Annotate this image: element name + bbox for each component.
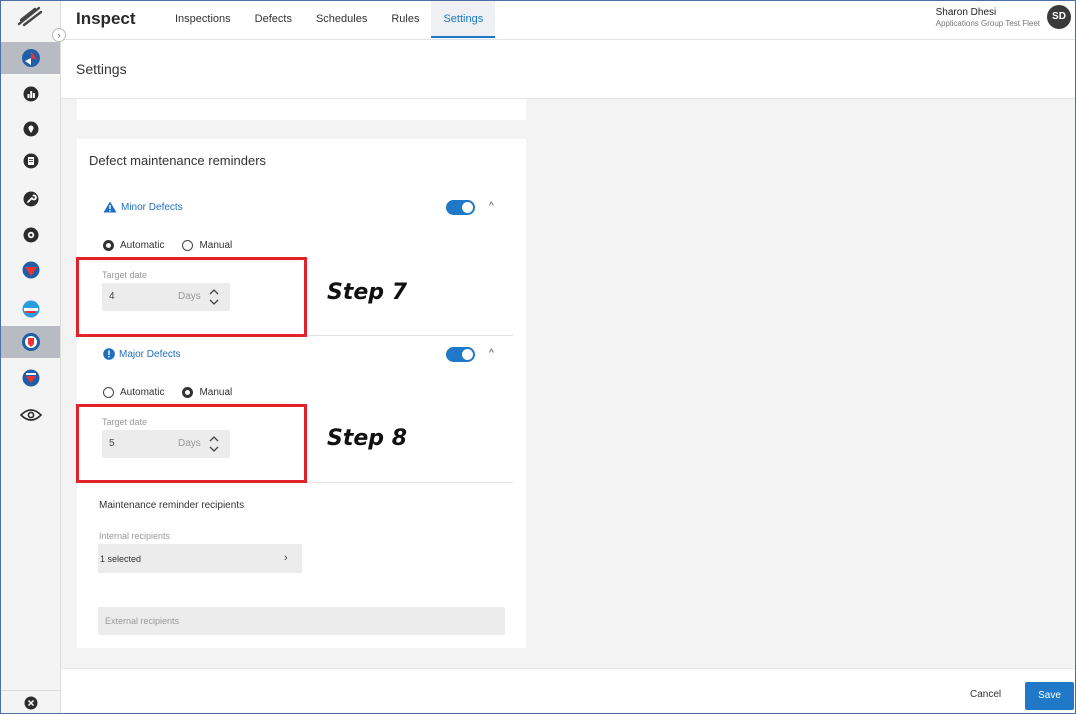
app-window: › Inspect Inspections Defects Schedules … (0, 0, 1076, 714)
major-mode-radio-group: Automatic Manual (103, 387, 232, 398)
chevron-right-icon: › (284, 552, 288, 564)
major-automatic-radio[interactable] (103, 387, 114, 398)
settings-icon (23, 227, 38, 243)
chevron-up-icon[interactable]: ^ (489, 348, 494, 359)
sidebar-item-module-4[interactable] (1, 362, 60, 394)
sidebar-item-inspect[interactable] (1, 326, 60, 358)
major-manual-label: Manual (199, 387, 233, 398)
sidebar-item-location[interactable] (1, 113, 60, 145)
annotation-step-7: Step 7 (327, 280, 407, 305)
user-name: Sharon Dhesi (935, 6, 997, 18)
tab-defects[interactable]: Defects (243, 1, 304, 38)
wrench-icon (23, 191, 38, 207)
major-manual-radio[interactable] (182, 387, 194, 398)
avatar[interactable]: SD (1047, 5, 1071, 29)
minor-manual-radio[interactable] (182, 240, 194, 251)
sidebar-item-module-3[interactable] (1, 293, 60, 325)
expand-chevron-icon[interactable]: › (52, 28, 66, 42)
tab-settings[interactable]: Settings (431, 1, 496, 38)
chevron-up-icon[interactable]: ^ (489, 201, 494, 212)
content-area: Defect maintenance reminders Minor Defec… (61, 99, 1075, 668)
location-icon (23, 121, 38, 137)
external-recipients-input[interactable]: External recipients (98, 607, 505, 635)
cancel-button[interactable]: Cancel (970, 689, 1001, 700)
page-header: Settings (61, 40, 1075, 99)
minor-defects-toggle[interactable] (446, 200, 475, 215)
sidebar: › (1, 1, 66, 713)
minor-defects-label: Minor Defects (121, 201, 183, 213)
alert-circle-icon (103, 348, 115, 360)
internal-recipients-select[interactable]: 1 selected › (98, 544, 302, 573)
tab-inspections[interactable]: Inspections (163, 1, 243, 38)
card-title: Defect maintenance reminders (89, 153, 267, 168)
user-menu[interactable]: Sharon Dhesi Applications Group Test Fle… (936, 5, 1071, 29)
user-info: Sharon Dhesi Applications Group Test Fle… (936, 7, 1040, 28)
footer-bar: Cancel Save (61, 668, 1075, 713)
eye-icon (19, 409, 42, 421)
previous-card (77, 99, 526, 120)
minor-automatic-label: Automatic (120, 240, 165, 251)
sidebar-item-settings[interactable] (1, 219, 60, 251)
warning-triangle-icon (103, 201, 117, 213)
sidebar-item-module-2[interactable] (1, 254, 60, 286)
app-title: Inspect (76, 9, 136, 28)
top-bar: Inspect Inspections Defects Schedules Ru… (61, 1, 1075, 40)
sidebar-item-documents[interactable] (1, 145, 60, 177)
major-defects-header[interactable]: Major Defects (103, 348, 181, 360)
major-defects-label: Major Defects (119, 348, 181, 360)
user-org: Applications Group Test Fleet (935, 18, 1040, 28)
inspect-module-icon (21, 333, 40, 351)
annotation-step-8: Step 8 (327, 426, 407, 451)
app-logo-icon[interactable] (15, 4, 45, 28)
module-1-icon (21, 49, 40, 67)
minor-manual-label: Manual (199, 240, 233, 251)
sidebar-item-maintenance[interactable] (1, 183, 60, 215)
minor-defects-header[interactable]: Minor Defects (103, 201, 183, 213)
annotation-box-step-8 (76, 404, 307, 483)
page-title: Settings (76, 61, 127, 77)
major-defects-toggle[interactable] (446, 347, 475, 362)
external-recipients-placeholder: External recipients (105, 616, 180, 626)
minor-automatic-radio[interactable] (103, 240, 114, 251)
annotation-box-step-7 (76, 257, 307, 337)
dashboard-icon (23, 86, 38, 102)
internal-recipients-label: Internal recipients (99, 531, 171, 541)
sidebar-item-dashboard[interactable] (1, 78, 60, 110)
close-icon (24, 696, 37, 710)
module-3-icon (22, 300, 39, 318)
minor-mode-radio-group: Automatic Manual (103, 240, 232, 251)
defect-reminders-card: Defect maintenance reminders Minor Defec… (77, 139, 526, 648)
sidebar-item-visibility[interactable] (1, 399, 60, 431)
tab-schedules[interactable]: Schedules (304, 1, 379, 38)
sidebar-close-button[interactable] (1, 690, 60, 713)
document-icon (23, 153, 38, 169)
module-4-icon (22, 369, 39, 387)
main-nav: Inspections Defects Schedules Rules Sett… (163, 1, 496, 40)
module-2-icon (22, 261, 39, 279)
internal-recipients-value: 1 selected (100, 554, 142, 564)
sidebar-item-module-1[interactable] (1, 42, 60, 74)
tab-rules[interactable]: Rules (379, 1, 431, 38)
major-automatic-label: Automatic (120, 387, 165, 398)
save-button[interactable]: Save (1025, 682, 1074, 710)
recipients-title: Maintenance reminder recipients (99, 500, 245, 511)
